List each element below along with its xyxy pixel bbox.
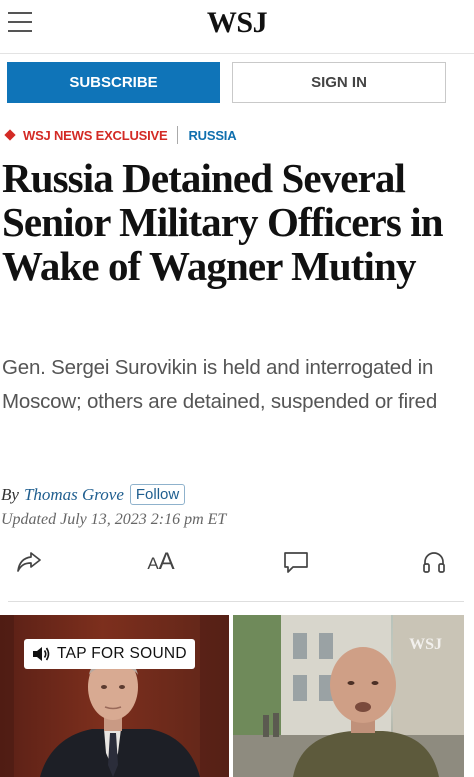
section-divider (8, 601, 464, 602)
article-actions-bar: AA (0, 544, 474, 584)
tap-for-sound-button[interactable]: TAP FOR SOUND (24, 639, 195, 669)
sign-in-button[interactable]: SIGN IN (232, 62, 446, 103)
byline-prefix: By (1, 484, 19, 504)
article-summary: Gen. Sergei Surovikin is held and interr… (2, 356, 438, 413)
speaker-icon (33, 647, 50, 661)
follow-author-button[interactable]: Follow (129, 484, 186, 505)
subscribe-button[interactable]: SUBSCRIBE (7, 62, 220, 103)
article-headline: Russia Detained Several Senior Military … (2, 155, 444, 289)
author-link[interactable]: Thomas Grove (24, 485, 124, 505)
byline: By Thomas Grove Follow (1, 484, 186, 505)
section-link-russia[interactable]: RUSSIA (188, 128, 236, 143)
font-size-button[interactable]: AA (143, 544, 179, 580)
font-size-icon: AA (147, 548, 175, 575)
updated-timestamp: Updated July 13, 2023 2:16 pm ET (1, 511, 227, 528)
tap-for-sound-label: TAP FOR SOUND (57, 645, 187, 662)
red-diamond-icon (4, 129, 16, 141)
top-bar: WSJ (0, 0, 474, 54)
headphones-icon (423, 552, 445, 573)
video-player[interactable]: TAP FOR SOUND WSJ (0, 615, 464, 777)
share-icon (17, 552, 41, 572)
listen-button[interactable] (416, 544, 452, 580)
news-exclusive-label: WSJ NEWS EXCLUSIVE (23, 127, 168, 143)
comment-icon (284, 552, 308, 573)
kicker-divider (177, 126, 179, 144)
wsj-watermark: WSJ (409, 636, 442, 653)
share-button[interactable] (11, 544, 47, 580)
wsj-logo[interactable]: WSJ (0, 6, 474, 40)
comments-button[interactable] (278, 544, 314, 580)
video-frame-right: WSJ (233, 615, 464, 777)
article-kicker: WSJ NEWS EXCLUSIVE RUSSIA (4, 126, 237, 144)
video-frame-left: TAP FOR SOUND (0, 615, 229, 777)
